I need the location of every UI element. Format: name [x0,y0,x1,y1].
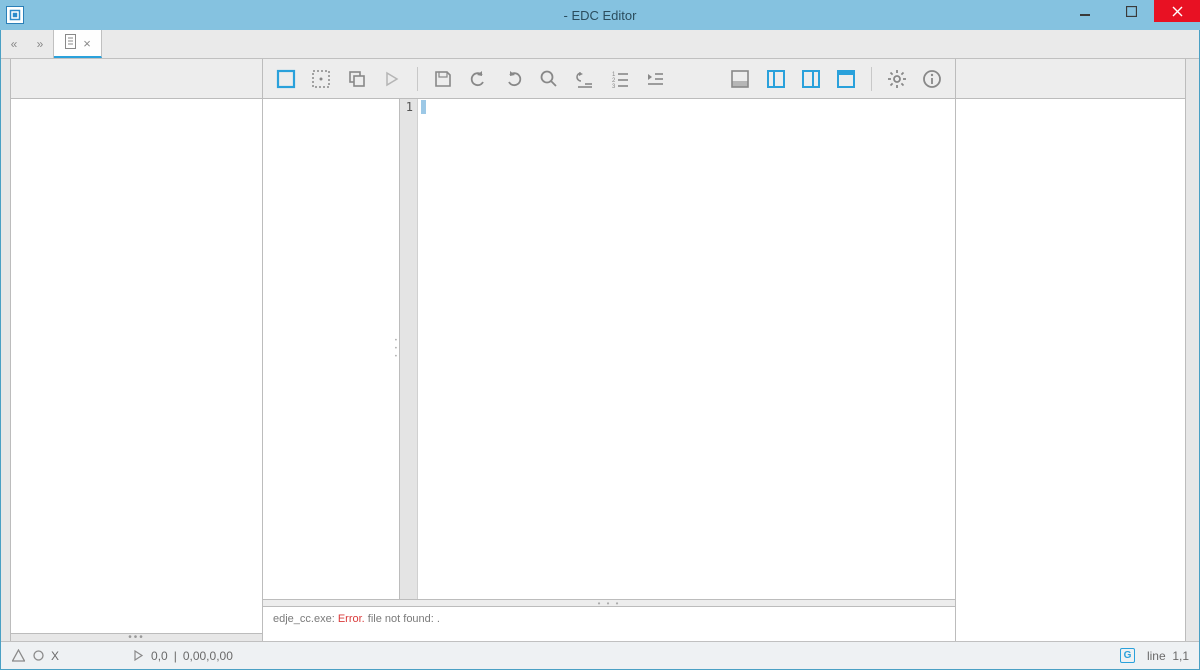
console-error-level: Error. [338,613,365,625]
code-editor[interactable]: 1 [400,99,955,599]
gear-icon[interactable] [884,66,909,92]
close-button[interactable] [1154,0,1200,22]
toolbar-separator [417,67,418,91]
search-icon[interactable] [536,66,561,92]
window-title: - EDC Editor [564,8,637,23]
line-numbers-icon[interactable]: 123 [607,66,632,92]
title-bar: - EDC Editor [0,0,1200,30]
tab-close-icon[interactable]: × [83,37,91,50]
minimize-button[interactable] [1062,0,1108,22]
status-line-label: line [1147,649,1166,663]
navigator-body [11,99,262,633]
vertical-resize-handle[interactable]: ••• [392,332,400,366]
play-icon[interactable] [379,66,404,92]
editor-gutter: 1 [400,99,418,599]
status-play-label: 0,0 [151,649,168,663]
layout-right-icon[interactable] [798,66,823,92]
mode-badge[interactable]: G [1120,648,1135,663]
tab-document[interactable]: × [54,30,102,58]
navigator-panel: ••• [11,59,263,641]
toolbar-separator [871,67,872,91]
left-edge [1,59,11,641]
play-small-icon[interactable] [131,649,145,663]
console-message: file not found: . [368,613,440,625]
warning-icon[interactable] [11,649,25,663]
editor-text-area[interactable] [418,99,955,599]
console-source: edje_cc.exe: [273,613,335,625]
horizontal-resize-handle[interactable]: • • • [263,599,955,607]
app-icon [6,6,24,24]
layout-full-icon[interactable] [834,66,859,92]
status-error-mark: X [51,649,59,663]
toolbar: 123 [263,59,955,99]
console-panel: edje_cc.exe: Error. file not found: . [263,607,955,641]
tab-strip: « » × [1,30,1199,59]
right-edge [1185,59,1199,641]
navigator-resize-handle[interactable]: ••• [11,633,262,641]
center-column: 123 ••• 1 • • • [263,59,955,641]
indent-left-icon[interactable] [572,66,597,92]
redo-icon[interactable] [501,66,526,92]
layout-left-icon[interactable] [763,66,788,92]
svg-text:3: 3 [612,84,616,89]
info-icon[interactable] [920,66,945,92]
sync-icon[interactable] [31,649,45,663]
document-icon [64,34,77,52]
navigator-header [11,59,262,99]
right-panel-header [956,59,1185,99]
right-panel-body [956,99,1185,641]
preview-pane: ••• [263,99,400,599]
right-panel [955,59,1185,641]
maximize-button[interactable] [1108,0,1154,22]
status-coordinates: 0,00,0,00 [183,649,233,663]
copy-icon[interactable] [344,66,369,92]
square-icon[interactable] [273,66,298,92]
dashed-square-icon[interactable] [308,66,333,92]
layout-bottom-icon[interactable] [727,66,752,92]
nav-forward-button[interactable]: » [27,30,53,58]
status-line-position: 1,1 [1172,649,1189,663]
undo-icon[interactable] [465,66,490,92]
nav-back-button[interactable]: « [1,30,27,58]
status-separator: | [174,649,177,663]
editor-cursor [421,100,426,114]
indent-right-icon[interactable] [643,66,668,92]
main-area: ••• 123 [1,59,1199,641]
save-icon[interactable] [430,66,455,92]
window-frame: « » × ••• [0,30,1200,670]
status-bar: X 0,0 | 0,00,0,00 G line 1,1 [1,641,1199,669]
